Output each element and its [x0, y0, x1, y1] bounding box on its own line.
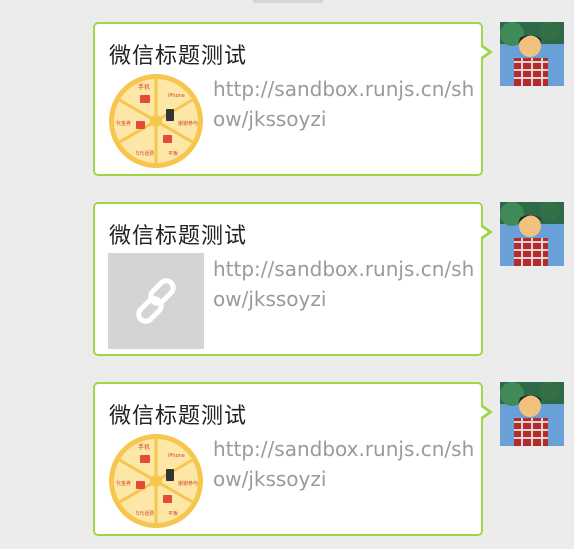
- wheel-label: 手机: [138, 83, 150, 91]
- share-card-url: http://sandbox.runjs.cn/show/jkssoyzi: [213, 257, 475, 311]
- share-card-bubble[interactable]: 微信标题测试 http://sandbox.runjs.cn/show/jkss…: [93, 202, 483, 356]
- share-card-thumbnail: [108, 253, 204, 349]
- bubble-tail: [481, 45, 493, 59]
- bubble-tail: [481, 225, 493, 239]
- wheel-label: 平板: [168, 150, 178, 157]
- prize-wheel-icon: 手机 iPhone 谢谢参与 平板 5元话费 代金券: [109, 74, 203, 168]
- wheel-label: 手机: [138, 443, 150, 451]
- wheel-label: iPhone: [168, 93, 185, 99]
- chat-window: 微信标题测试 手机 iPhone 谢谢参与 平板 5元话费 代金券 http:/…: [0, 0, 574, 549]
- wheel-label: 平板: [168, 510, 178, 517]
- wheel-label: iPhone: [168, 453, 185, 459]
- share-card-bubble[interactable]: 微信标题测试 手机 iPhone 谢谢参与 平板 5元话费 代金券 http:/…: [93, 382, 483, 536]
- share-card-bubble[interactable]: 微信标题测试 手机 iPhone 谢谢参与 平板 5元话费 代金券 http:/…: [93, 22, 483, 176]
- wheel-label: 谢谢参与: [178, 120, 198, 127]
- share-card-url: http://sandbox.runjs.cn/show/jkssoyzi: [213, 77, 475, 131]
- share-card-thumbnail: 手机 iPhone 谢谢参与 平板 5元话费 代金券: [108, 433, 204, 529]
- wheel-label: 谢谢参与: [178, 480, 198, 487]
- user-avatar-icon: [500, 202, 564, 266]
- user-avatar-icon: [500, 22, 564, 86]
- bubble-tail: [481, 405, 493, 419]
- user-avatar-icon: [500, 382, 564, 446]
- share-card-thumbnail: 手机 iPhone 谢谢参与 平板 5元话费 代金券: [108, 73, 204, 169]
- top-scroll-hint: [253, 0, 323, 3]
- share-card-title: 微信标题测试: [109, 44, 248, 69]
- avatar[interactable]: [500, 22, 564, 86]
- avatar[interactable]: [500, 202, 564, 266]
- wheel-label: 代金券: [116, 480, 131, 487]
- share-card-title: 微信标题测试: [109, 224, 248, 249]
- prize-wheel-icon: 手机 iPhone 谢谢参与 平板 5元话费 代金券: [109, 434, 203, 528]
- wheel-label: 5元话费: [136, 150, 154, 157]
- avatar[interactable]: [500, 382, 564, 446]
- link-icon: [136, 278, 176, 324]
- share-card-title: 微信标题测试: [109, 404, 248, 429]
- share-card-url: http://sandbox.runjs.cn/show/jkssoyzi: [213, 437, 475, 491]
- wheel-label: 5元话费: [136, 510, 154, 517]
- wheel-label: 代金券: [116, 120, 131, 127]
